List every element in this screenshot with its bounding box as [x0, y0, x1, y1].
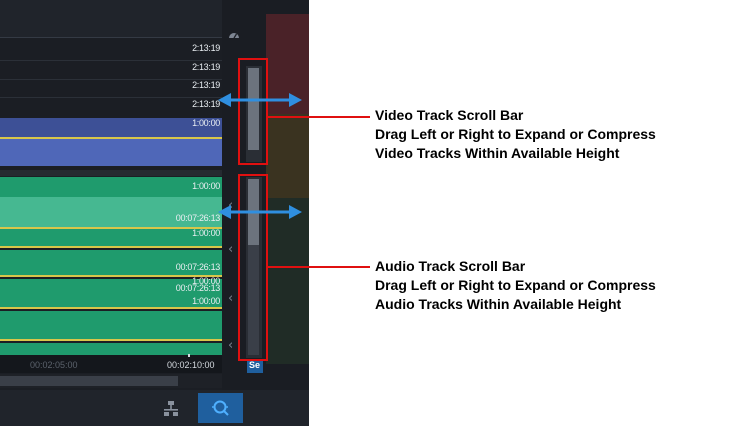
video-timecode: 2:13:19 — [192, 62, 220, 72]
ruler-label: 00:02:05:00 — [30, 360, 78, 370]
video-callout-title: Video Track Scroll Bar — [375, 107, 524, 123]
bottom-toolbar — [0, 390, 309, 426]
ruler-tick — [188, 354, 190, 357]
cut-indicator-text: Se — [249, 360, 261, 370]
audio-callout-title: Audio Track Scroll Bar — [375, 258, 526, 274]
audio-timecode: 1:00:00 — [192, 181, 220, 191]
chevron-left-icon[interactable]: ‹ — [228, 338, 233, 353]
audio-callout-line3: Audio Tracks Within Available Height — [375, 296, 622, 312]
zoom-fit-icon — [210, 397, 232, 419]
audio-timecode: 00:07:26:13 — [175, 213, 221, 223]
video-timecode: 2:13:19 — [192, 99, 220, 109]
video-timecode: 2:13:19 — [192, 43, 220, 53]
video-callout-connector — [268, 116, 370, 118]
video-timecode: 2:13:19 — [192, 80, 220, 90]
audio-callout-connector — [268, 266, 370, 268]
audio-callout: Audio Track Scroll Bar Drag Left or Righ… — [375, 257, 656, 314]
audio-level-line — [0, 307, 222, 309]
chevron-left-icon[interactable]: ‹ — [228, 291, 233, 306]
audio-meter-green-zone — [266, 198, 309, 364]
audio-timecode: 1:00:00 — [192, 228, 220, 238]
video-callout-line3: Video Tracks Within Available Height — [375, 145, 620, 161]
video-audio-separator[interactable] — [0, 170, 222, 176]
video-drag-arrow-icon — [218, 93, 302, 107]
timeline-header — [0, 0, 222, 37]
audio-drag-arrow-icon — [218, 205, 302, 219]
chevron-left-icon[interactable]: ‹ — [228, 242, 233, 257]
video-callout-line2: Drag Left or Right to Expand or Compress — [375, 126, 656, 142]
video-scrollbar-highlight — [238, 58, 268, 165]
video-track-divider — [0, 97, 222, 98]
audio-callout-line2: Drag Left or Right to Expand or Compress — [375, 277, 656, 293]
ruler-label: 00:02:10:00 — [167, 360, 215, 370]
video-track-divider — [0, 60, 222, 61]
video-clip[interactable] — [0, 139, 222, 166]
track-layout-icon[interactable] — [160, 397, 182, 419]
header-divider — [0, 37, 222, 38]
video-callout: Video Track Scroll Bar Drag Left or Righ… — [375, 106, 656, 163]
horizontal-scroll-thumb[interactable] — [0, 376, 178, 386]
audio-clip[interactable] — [0, 311, 222, 339]
video-timecode: 1:00:00 — [192, 118, 220, 128]
audio-timecode: 00:07:26:13 — [175, 283, 221, 293]
audio-timecode: 00:07:26:13 — [175, 262, 221, 272]
audio-timecode: 1:00:00 — [192, 296, 220, 306]
gauge-icon[interactable] — [228, 26, 240, 39]
audio-level-line — [0, 246, 222, 248]
audio-level-line — [0, 339, 222, 341]
audio-meter-yellow-zone — [266, 114, 309, 198]
